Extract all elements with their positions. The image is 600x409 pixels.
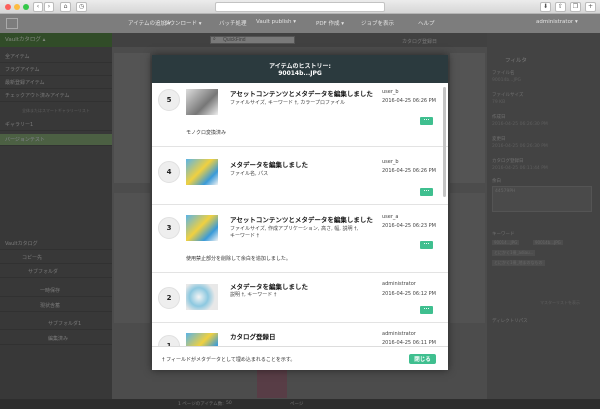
- history-entry: 3 アセットコンテンツとメタデータを編集しました ファイルサイズ, 作成アプリケ…: [152, 205, 448, 273]
- history-entry: 4 メタデータを編集しました ファイル名, パス user_b 2016-04-…: [152, 147, 448, 205]
- entry-date: 2016-04-25 06:23 PM: [382, 223, 436, 229]
- browser-toolbar: ‹ › ⌂ ◷ ⬇ ⇧ ❐ +: [0, 0, 600, 14]
- entry-user: user_b: [382, 159, 399, 165]
- entry-note: 使用禁止部分を削除して余白を追加しました。: [186, 256, 291, 262]
- share-icon: ⇧: [557, 3, 564, 10]
- menu-batch[interactable]: バッチ処理: [219, 19, 247, 27]
- entry-user: administrator: [382, 331, 416, 337]
- address-bar[interactable]: [215, 2, 385, 12]
- download-button[interactable]: ⬇: [540, 2, 551, 12]
- menu-help[interactable]: ヘルプ: [418, 19, 435, 27]
- entry-fields: ファイルサイズ, 作成アプリケーション, 高さ, 幅, 説明 †, キーワード …: [230, 226, 359, 239]
- modal-title: アイテムのヒストリー:: [269, 63, 331, 70]
- menu-download[interactable]: ダウンロード ▾: [164, 19, 202, 27]
- entry-date: 2016-04-25 06:26 PM: [382, 98, 436, 104]
- entry-date: 2016-04-25 06:26 PM: [382, 168, 436, 174]
- plus-icon: +: [587, 3, 594, 10]
- entry-more-button[interactable]: ...: [420, 241, 433, 249]
- new-tab-button[interactable]: +: [585, 2, 596, 12]
- app-window: ‹ › ⌂ ◷ ⬇ ⇧ ❐ + アイテムの追加 ▾ ダウンロード ▾ バッチ処理…: [0, 0, 600, 409]
- entry-user: user_a: [382, 214, 399, 220]
- window-maximize-button[interactable]: [23, 4, 29, 10]
- window-close-button[interactable]: [5, 4, 11, 10]
- history-list[interactable]: 5 アセットコンテンツとメタデータを編集しました ファイルサイズ, キーワード …: [152, 83, 448, 346]
- version-number: 5: [158, 89, 180, 111]
- menu-jobs[interactable]: ジョブを表示: [361, 19, 394, 27]
- history-entry: 2 メタデータを編集しました 説明 †, キーワード † administrat…: [152, 273, 448, 323]
- history-entry: 5 アセットコンテンツとメタデータを編集しました ファイルサイズ, キーワード …: [152, 83, 448, 147]
- entry-fields: 説明 †, キーワード †: [230, 292, 277, 298]
- chevron-left-icon: ‹: [36, 3, 40, 10]
- forward-button[interactable]: ›: [44, 2, 54, 12]
- share-button[interactable]: ⇧: [555, 2, 566, 12]
- window-minimize-button[interactable]: [14, 4, 20, 10]
- menu-pdf[interactable]: PDF 作成 ▾: [316, 19, 344, 27]
- close-button[interactable]: 閉じる: [409, 354, 436, 364]
- entry-title: アセットコンテンツとメタデータを編集しました: [230, 90, 373, 98]
- entry-title: アセットコンテンツとメタデータを編集しました: [230, 216, 373, 224]
- modal-filename: 90014b...JPG: [278, 70, 322, 77]
- entry-fields: ファイル名, パス: [230, 171, 269, 177]
- entry-user: administrator: [382, 281, 416, 287]
- entry-note: モノクロ変換済み: [186, 130, 227, 136]
- back-button[interactable]: ‹: [33, 2, 43, 12]
- history-button[interactable]: ◷: [76, 2, 87, 12]
- embedded-footnote: † フィールドがメタデータとして埋め込まれることを示す。: [162, 357, 296, 363]
- download-icon: ⬇: [542, 3, 549, 10]
- entry-more-button[interactable]: ...: [420, 188, 433, 196]
- modal-header: アイテムのヒストリー: 90014b...JPG: [152, 55, 448, 83]
- entry-fields: ファイルサイズ, キーワード †, カラープロファイル: [230, 100, 345, 106]
- entry-more-button[interactable]: ...: [420, 306, 433, 314]
- version-number: 4: [158, 161, 180, 183]
- entry-more-button[interactable]: ...: [420, 117, 433, 125]
- history-modal: アイテムのヒストリー: 90014b...JPG 5 アセットコンテンツとメタデ…: [152, 55, 448, 370]
- home-icon: ⌂: [63, 3, 68, 10]
- version-number: 1: [158, 335, 180, 346]
- tabs-button[interactable]: ❐: [570, 2, 581, 12]
- app-menubar: アイテムの追加 ▾ ダウンロード ▾ バッチ処理 Vault publish ▾…: [0, 14, 600, 33]
- thumbnail-image: [186, 333, 218, 346]
- entry-title: カタログ登録日: [230, 333, 276, 341]
- history-entry: 1 カタログ登録日 administrator 2016-04-25 06:11…: [152, 323, 448, 346]
- clock-icon: ◷: [78, 3, 85, 10]
- entry-user: user_b: [382, 89, 399, 95]
- home-button[interactable]: ⌂: [60, 2, 71, 12]
- chevron-right-icon: ›: [47, 3, 51, 10]
- thumbnail-image: [186, 89, 218, 115]
- tabs-icon: ❐: [572, 3, 579, 10]
- entry-date: 2016-04-25 06:12 PM: [382, 291, 436, 297]
- thumbnail-image: [186, 215, 218, 241]
- list-scrollbar[interactable]: [443, 87, 446, 197]
- entry-title: メタデータを編集しました: [230, 283, 308, 291]
- entry-title: メタデータを編集しました: [230, 161, 308, 169]
- menu-vault-publish[interactable]: Vault publish ▾: [256, 19, 296, 25]
- app-logo-icon: [6, 18, 18, 29]
- version-number: 2: [158, 287, 180, 309]
- user-menu[interactable]: administrator ▾: [536, 19, 578, 25]
- thumbnail-image: [186, 284, 218, 310]
- thumbnail-image: [186, 159, 218, 185]
- version-number: 3: [158, 217, 180, 239]
- modal-footer: † フィールドがメタデータとして埋め込まれることを示す。 閉じる: [152, 346, 448, 370]
